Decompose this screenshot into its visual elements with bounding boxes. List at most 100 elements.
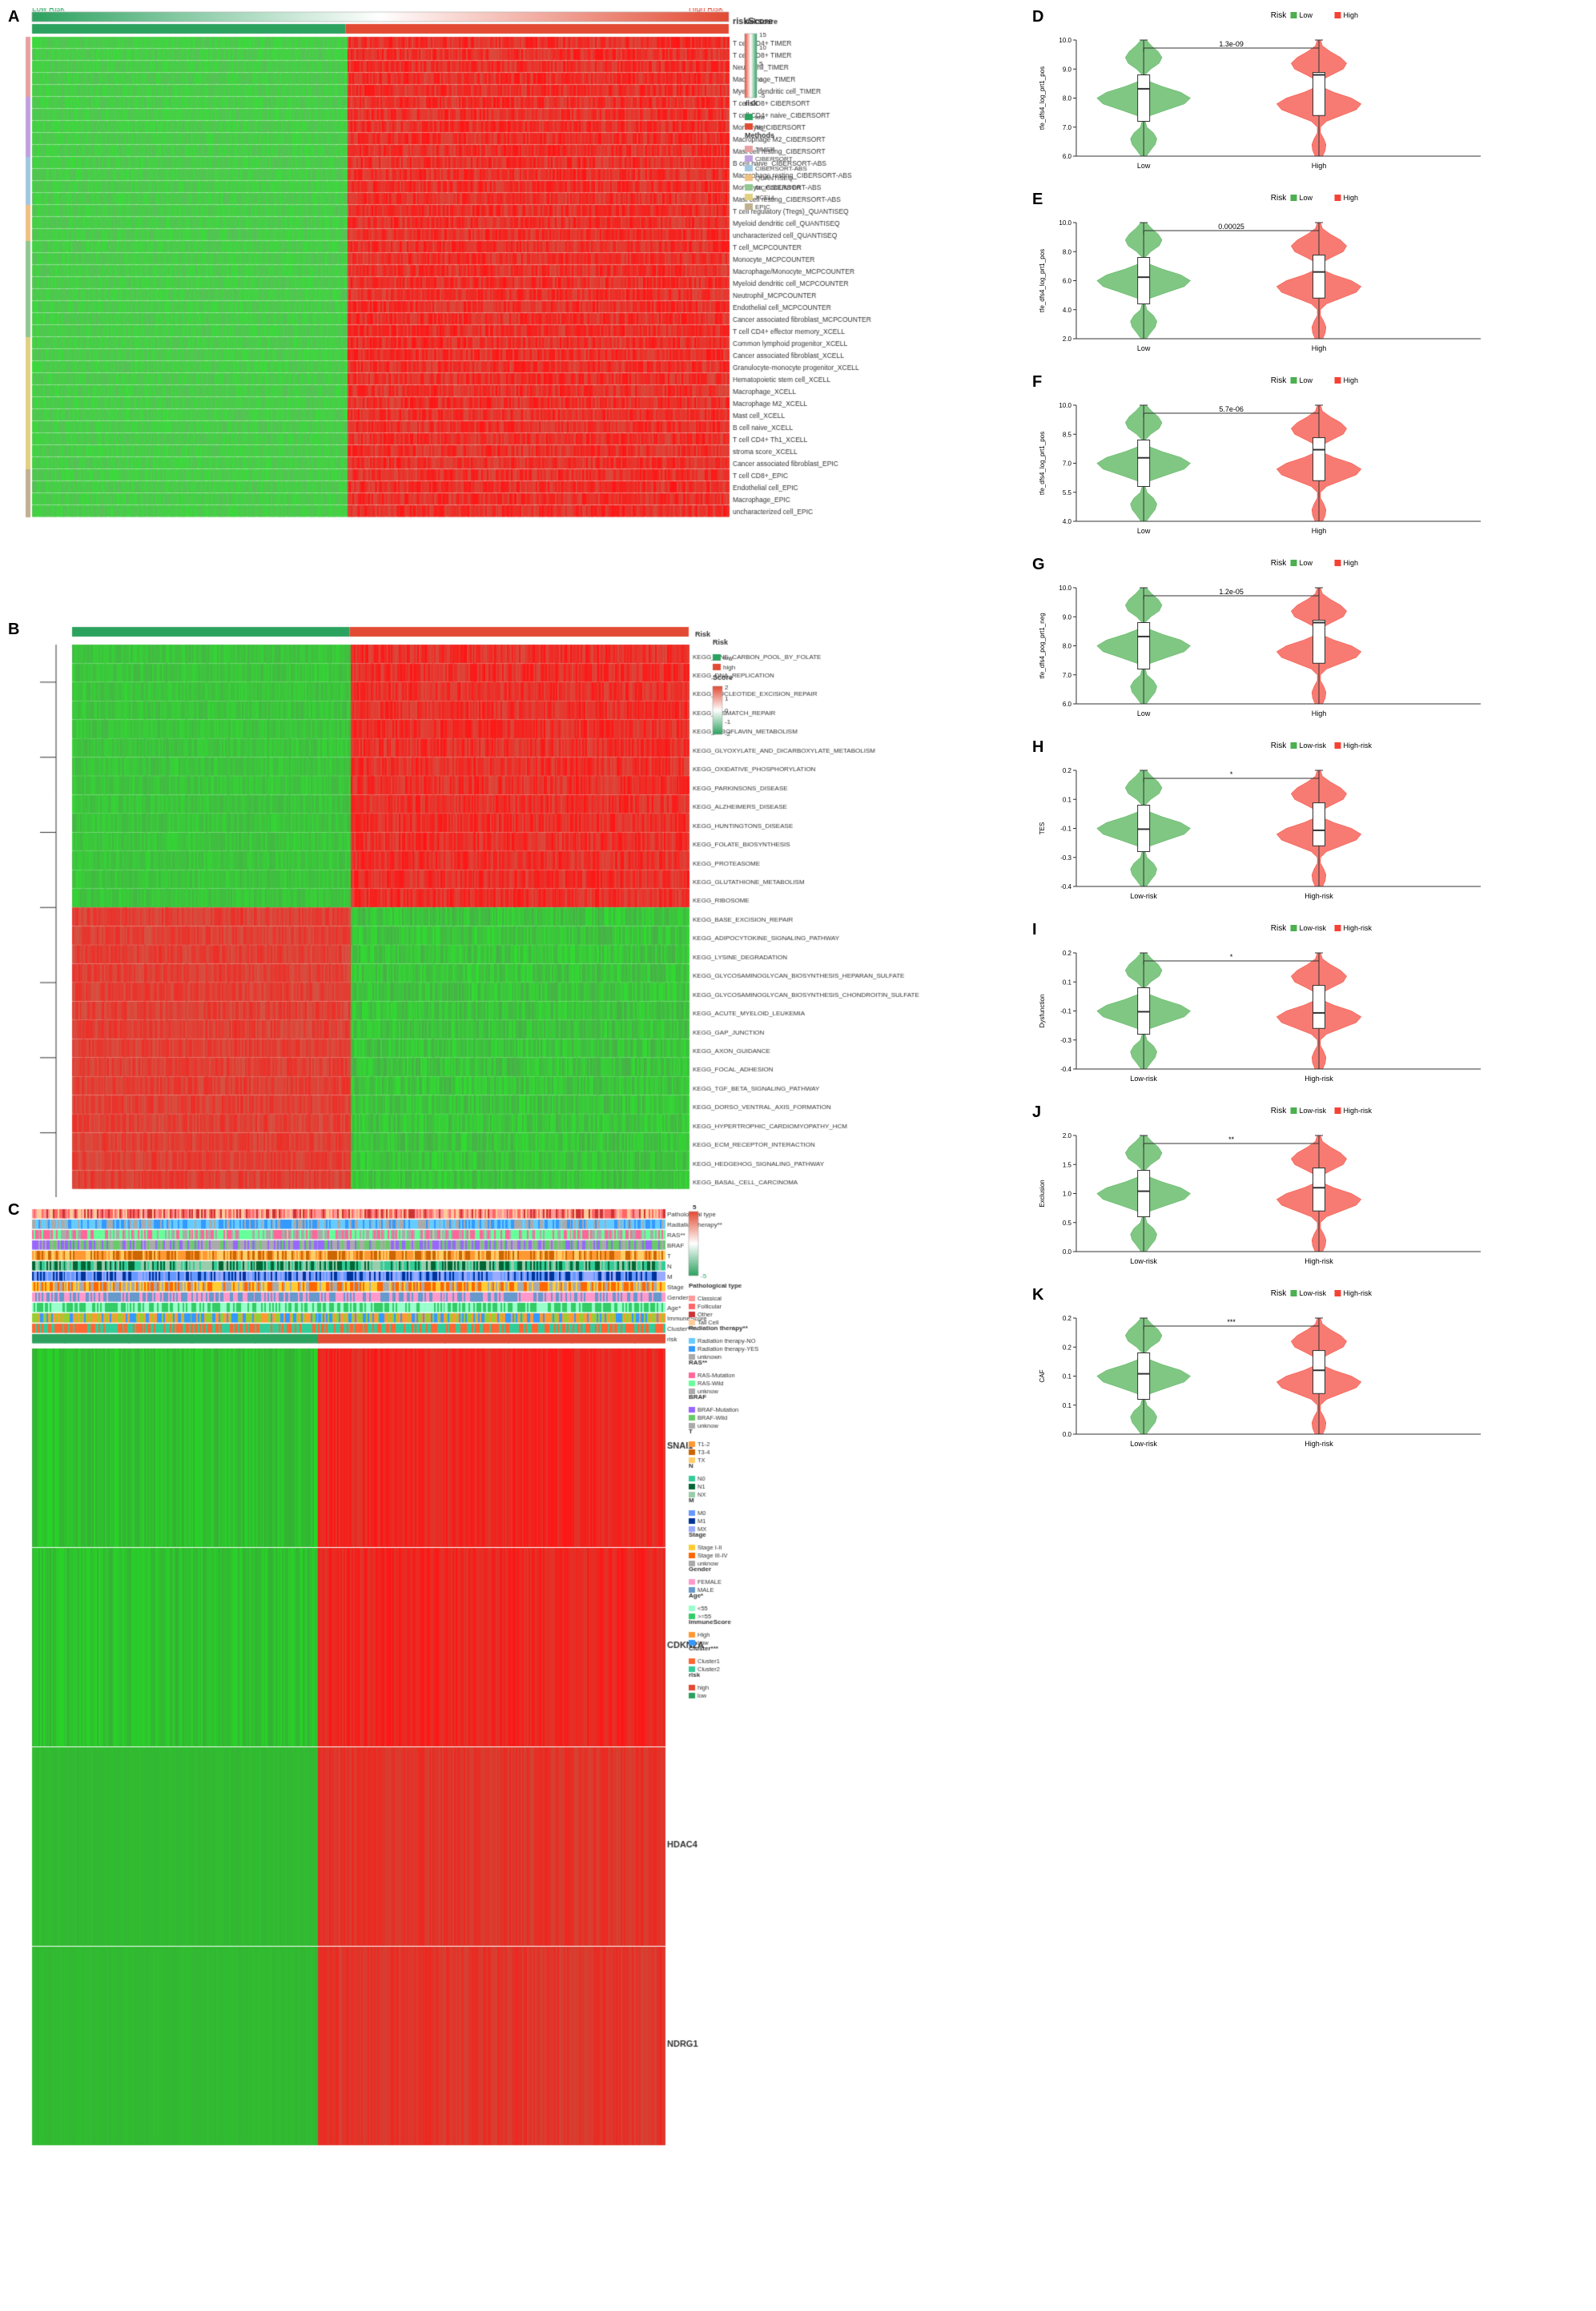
section-c: C — [8, 1201, 1024, 2162]
svg-text:High: High — [1312, 527, 1327, 535]
svg-text:CAF: CAF — [1039, 1369, 1046, 1382]
svg-text:Low-risk: Low-risk — [1130, 1440, 1157, 1448]
svg-text:4.0: 4.0 — [1063, 307, 1072, 314]
svg-text:Low-risk: Low-risk — [1300, 1289, 1327, 1297]
svg-text:High-risk: High-risk — [1305, 1440, 1333, 1448]
svg-text:1.3e-09: 1.3e-09 — [1219, 40, 1244, 48]
violin-plot-j: J RiskLow-riskHigh-risk0.00.51.01.52.0Ex… — [1032, 1103, 1585, 1280]
svg-text:Exclusion: Exclusion — [1039, 1180, 1046, 1207]
svg-text:tfe_dfs4_log_prt1_pos: tfe_dfs4_log_prt1_pos — [1039, 249, 1046, 312]
panel-e-label: E — [1032, 191, 1043, 209]
violin-h-svg: RiskLow-riskHigh-risk-0.4-0.3-0.10.10.2T… — [1032, 738, 1585, 914]
svg-text:8.0: 8.0 — [1063, 248, 1072, 255]
violin-plot-i: I RiskLow-riskHigh-risk-0.4-0.3-0.10.10.… — [1032, 921, 1585, 1097]
svg-text:8.5: 8.5 — [1063, 431, 1072, 438]
svg-text:High: High — [1344, 194, 1359, 202]
violin-f-svg: RiskLowHigh4.05.57.08.510.0tfe_dfs4_log_… — [1032, 373, 1585, 549]
violin-e-svg: Risk Low High 2.0 4.0 6.0 8.0 10.0 tfe_dfs4_log_… — [1032, 191, 1585, 367]
violin-i-svg: RiskLow-riskHigh-risk-0.4-0.3-0.10.10.2D… — [1032, 921, 1585, 1097]
svg-text:0.2: 0.2 — [1063, 950, 1072, 957]
svg-text:6.0: 6.0 — [1063, 701, 1072, 708]
svg-text:1.2e-05: 1.2e-05 — [1219, 588, 1244, 596]
svg-text:10.0: 10.0 — [1059, 37, 1071, 44]
right-panel: D Risk Low High 6.0 7.0 8.0 9.0 10.0 tfe_dfs4_lo… — [1032, 8, 1588, 2303]
svg-text:0.2: 0.2 — [1063, 767, 1072, 774]
svg-text:High-risk: High-risk — [1344, 1107, 1373, 1115]
svg-text:Low-risk: Low-risk — [1300, 924, 1327, 932]
svg-text:9.0: 9.0 — [1063, 66, 1072, 73]
svg-text:8.0: 8.0 — [1063, 643, 1072, 650]
heatmap-a-canvas — [8, 8, 1009, 617]
panel-d-label: D — [1032, 8, 1043, 26]
svg-text:0.00025: 0.00025 — [1218, 223, 1244, 231]
svg-text:Risk: Risk — [1271, 194, 1287, 203]
svg-text:0.1: 0.1 — [1063, 1402, 1072, 1409]
svg-text:Low: Low — [1300, 11, 1313, 19]
svg-text:***: *** — [1227, 1318, 1236, 1326]
svg-text:Low-risk: Low-risk — [1130, 1075, 1157, 1083]
svg-text:Low-risk: Low-risk — [1130, 1257, 1157, 1265]
svg-text:10.0: 10.0 — [1059, 402, 1071, 409]
panel-h-label: H — [1032, 738, 1043, 757]
heatmap-c-canvas — [8, 1201, 1009, 2162]
svg-text:Low: Low — [1300, 194, 1313, 202]
svg-text:7.0: 7.0 — [1063, 124, 1072, 131]
svg-text:6.0: 6.0 — [1063, 153, 1072, 160]
panel-j-label: J — [1032, 1103, 1041, 1122]
svg-text:10.0: 10.0 — [1059, 219, 1071, 227]
svg-text:-0.3: -0.3 — [1060, 854, 1071, 862]
svg-text:2.0: 2.0 — [1063, 336, 1072, 343]
svg-text:Low: Low — [1137, 709, 1151, 717]
svg-text:0.1: 0.1 — [1063, 1373, 1072, 1381]
svg-text:High-risk: High-risk — [1305, 1075, 1333, 1083]
svg-text:-0.4: -0.4 — [1060, 1066, 1071, 1073]
svg-text:tfe_dfs4_log_prt1_pos: tfe_dfs4_log_prt1_pos — [1039, 432, 1046, 495]
svg-text:1.5: 1.5 — [1063, 1161, 1072, 1168]
violin-plot-d: D RiskLowHigh6.07.08.09.010.0tfe_dfs4_lo… — [1032, 8, 1585, 184]
section-b: B — [8, 621, 1024, 1197]
svg-text:tfe_dfs4_pog_prt1_neg: tfe_dfs4_pog_prt1_neg — [1039, 613, 1046, 678]
svg-text:Risk: Risk — [1271, 376, 1287, 385]
violin-plot-h: H RiskLow-riskHigh-risk-0.4-0.3-0.10.10.… — [1032, 738, 1585, 914]
violin-d-svg: RiskLowHigh6.07.08.09.010.0tfe_dfs4_log_… — [1032, 8, 1585, 184]
svg-text:0.5: 0.5 — [1063, 1220, 1072, 1227]
violin-g-svg: RiskLowHigh6.07.08.09.010.0tfe_dfs4_pog_… — [1032, 556, 1585, 732]
svg-text:High: High — [1344, 11, 1359, 19]
svg-text:1.0: 1.0 — [1063, 1191, 1072, 1198]
svg-text:5.7e-06: 5.7e-06 — [1219, 405, 1244, 413]
svg-text:Risk: Risk — [1271, 559, 1287, 568]
svg-text:Low-risk: Low-risk — [1130, 892, 1157, 900]
svg-text:**: ** — [1228, 1135, 1235, 1143]
svg-text:tfe_dfs4_log_prt1_pos: tfe_dfs4_log_prt1_pos — [1039, 66, 1046, 130]
svg-text:-0.1: -0.1 — [1060, 826, 1071, 833]
svg-text:6.0: 6.0 — [1063, 278, 1072, 285]
panel-b-label: B — [8, 621, 19, 639]
svg-text:Low-risk: Low-risk — [1300, 1107, 1327, 1115]
svg-text:Risk: Risk — [1271, 742, 1287, 750]
violin-k-svg: RiskLow-riskHigh-risk0.00.10.10.20.2CAFL… — [1032, 1286, 1585, 1462]
svg-text:Risk: Risk — [1271, 1289, 1287, 1298]
svg-text:Risk: Risk — [1271, 11, 1287, 20]
svg-text:0.0: 0.0 — [1063, 1248, 1072, 1256]
section-a: A — [8, 8, 1024, 617]
svg-text:0.2: 0.2 — [1063, 1315, 1072, 1322]
svg-text:-0.4: -0.4 — [1060, 883, 1071, 890]
svg-text:7.0: 7.0 — [1063, 460, 1072, 468]
svg-text:0.0: 0.0 — [1063, 1431, 1072, 1438]
svg-text:9.0: 9.0 — [1063, 613, 1072, 621]
panel-g-label: G — [1032, 556, 1045, 574]
svg-text:High-risk: High-risk — [1344, 924, 1373, 932]
svg-text:5.5: 5.5 — [1063, 489, 1072, 496]
violin-plot-g: G RiskLowHigh6.07.08.09.010.0tfe_dfs4_po… — [1032, 556, 1585, 732]
panel-c-label: C — [8, 1201, 19, 1220]
panel-k-label: K — [1032, 1286, 1043, 1304]
svg-text:Dysfunction: Dysfunction — [1039, 995, 1046, 1028]
svg-text:-0.3: -0.3 — [1060, 1037, 1071, 1044]
svg-text:Low: Low — [1137, 344, 1151, 352]
svg-text:Low: Low — [1137, 527, 1151, 535]
panel-f-label: F — [1032, 373, 1042, 392]
svg-text:High-risk: High-risk — [1344, 1289, 1373, 1297]
svg-text:0.1: 0.1 — [1063, 979, 1072, 986]
panel-i-label: I — [1032, 921, 1037, 939]
heatmap-b-canvas — [8, 621, 1009, 1197]
